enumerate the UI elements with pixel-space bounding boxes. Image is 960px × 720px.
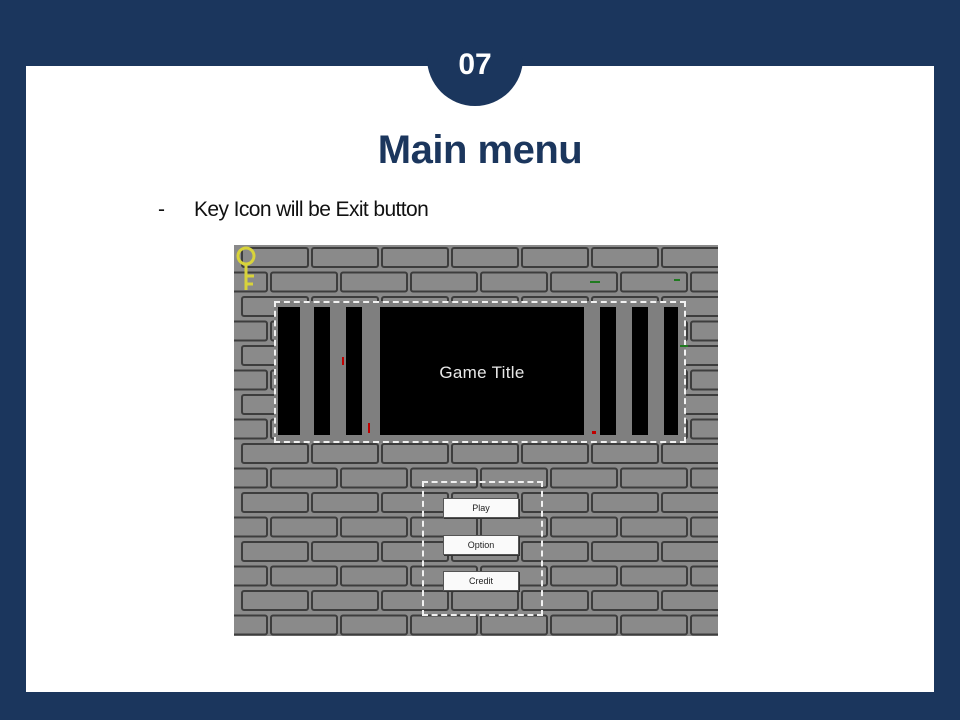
moss-mark	[680, 345, 688, 347]
bar-gap	[632, 307, 648, 435]
credit-button[interactable]: Credit	[443, 571, 519, 591]
play-button[interactable]: Play	[443, 498, 519, 518]
option-button[interactable]: Option	[443, 535, 519, 555]
bar-gap	[664, 307, 678, 435]
blood-stain	[592, 431, 596, 434]
slide-number: 07	[458, 48, 492, 81]
bullet-text: Key Icon will be Exit button	[194, 198, 429, 221]
blood-stain	[368, 423, 370, 433]
game-screenshot: Game Title Play Option Credit	[234, 245, 718, 636]
key-icon[interactable]	[234, 245, 260, 293]
bar-gap	[314, 307, 330, 435]
moss-mark	[674, 279, 680, 281]
bar-gap	[278, 307, 300, 435]
game-title: Game Title	[439, 363, 525, 382]
bar-gap	[600, 307, 616, 435]
slide-title: Main menu	[377, 128, 583, 172]
moss-mark	[590, 281, 600, 283]
bar-gap	[346, 307, 362, 435]
bullet-item: - Key Icon will be Exit button	[158, 198, 429, 222]
bullet-marker: -	[158, 198, 165, 221]
blood-stain	[342, 357, 344, 365]
